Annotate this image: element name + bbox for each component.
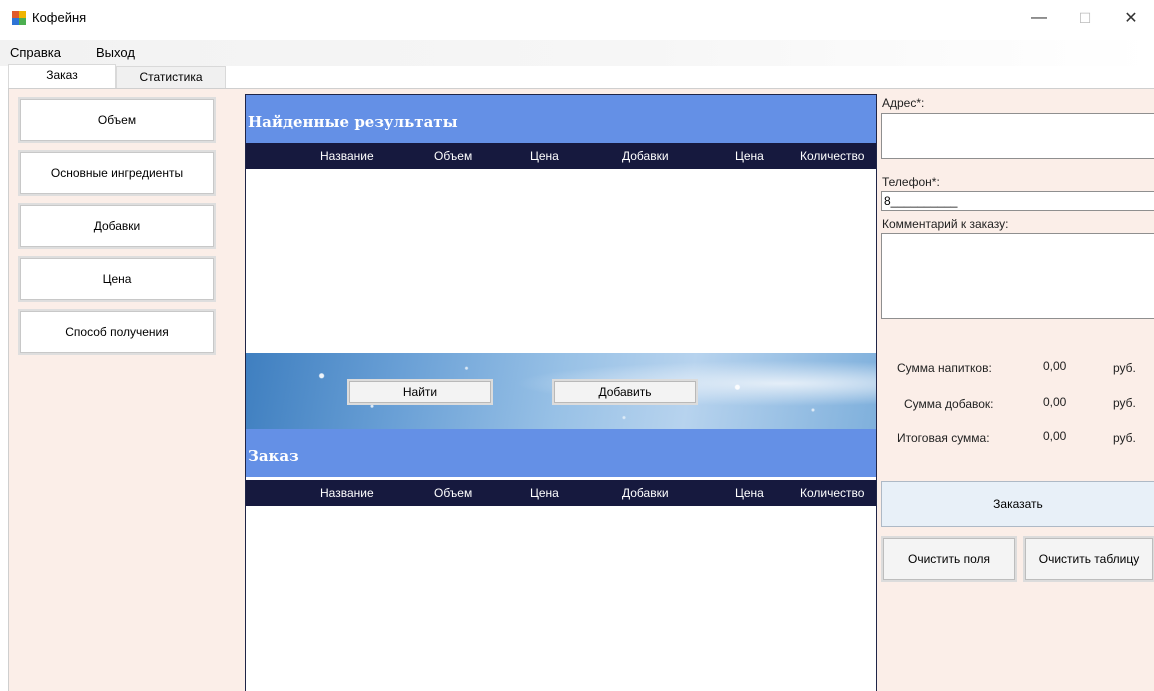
menu-help[interactable]: Справка xyxy=(10,45,61,60)
total-sum-unit: руб. xyxy=(1113,431,1136,445)
additives-sum-unit: руб. xyxy=(1113,396,1136,410)
order-tab-panel: Объем Основные ингредиенты Добавки Цена … xyxy=(8,88,1154,691)
results-title: Найденные результаты xyxy=(248,113,458,131)
drinks-sum-unit: руб. xyxy=(1113,361,1136,375)
phone-field[interactable]: 8__________ xyxy=(881,191,1154,211)
phone-label: Телефон*: xyxy=(882,175,940,189)
menu-exit[interactable]: Выход xyxy=(96,45,135,60)
window-title: Кофейня xyxy=(32,10,87,25)
order-grid[interactable] xyxy=(246,506,876,691)
filter-volume-button[interactable]: Объем xyxy=(18,97,216,143)
address-field[interactable] xyxy=(881,113,1154,159)
tab-strip: Заказ Статистика xyxy=(0,64,1154,88)
filter-ingredients-button[interactable]: Основные ингредиенты xyxy=(18,150,216,196)
comment-field[interactable] xyxy=(881,233,1154,319)
place-order-button[interactable]: Заказать xyxy=(881,481,1154,527)
minimize-icon[interactable]: — xyxy=(1016,0,1062,36)
clear-fields-button[interactable]: Очистить поля xyxy=(881,536,1017,582)
action-band: Найти Добавить xyxy=(246,353,876,429)
drinks-sum-label: Сумма напитков: xyxy=(897,361,992,375)
menu-bar: Справка Выход xyxy=(0,40,1154,66)
address-label: Адрес*: xyxy=(882,96,925,110)
order-col-additive-price[interactable]: Цена xyxy=(735,486,764,500)
clear-table-button[interactable]: Очистить таблицу xyxy=(1023,536,1154,582)
results-col-name[interactable]: Название xyxy=(320,149,374,163)
order-grid-header: Название Объем Цена Добавки Цена Количес… xyxy=(246,480,876,506)
results-col-price[interactable]: Цена xyxy=(530,149,559,163)
results-col-quantity[interactable]: Количество xyxy=(800,149,864,163)
comment-label: Комментарий к заказу: xyxy=(882,217,1009,231)
add-button[interactable]: Добавить xyxy=(552,379,698,405)
close-icon[interactable]: ✕ xyxy=(1108,0,1154,36)
total-sum-value: 0,00 xyxy=(1043,429,1067,443)
drinks-sum-value: 0,00 xyxy=(1043,359,1067,373)
order-header: Заказ xyxy=(246,429,876,477)
tab-statistics[interactable]: Статистика xyxy=(116,66,226,88)
additives-sum-value: 0,00 xyxy=(1043,395,1067,409)
find-button[interactable]: Найти xyxy=(347,379,493,405)
order-col-price[interactable]: Цена xyxy=(530,486,559,500)
center-area: Найденные результаты Название Объем Цена… xyxy=(245,94,877,691)
order-col-quantity[interactable]: Количество xyxy=(800,486,864,500)
results-col-additive-price[interactable]: Цена xyxy=(735,149,764,163)
order-col-additives[interactable]: Добавки xyxy=(622,486,669,500)
filter-delivery-button[interactable]: Способ получения xyxy=(18,309,216,355)
total-sum-label: Итоговая сумма: xyxy=(897,431,990,445)
order-col-name[interactable]: Название xyxy=(320,486,374,500)
results-header: Найденные результаты xyxy=(246,95,876,143)
order-title: Заказ xyxy=(248,447,299,465)
tab-order[interactable]: Заказ xyxy=(8,64,116,88)
results-col-additives[interactable]: Добавки xyxy=(622,149,669,163)
app-icon xyxy=(12,11,26,25)
results-col-volume[interactable]: Объем xyxy=(434,149,472,163)
order-col-volume[interactable]: Объем xyxy=(434,486,472,500)
results-grid[interactable] xyxy=(246,169,876,353)
title-bar: Кофейня — ☐ ✕ xyxy=(0,0,1154,38)
results-grid-header: Название Объем Цена Добавки Цена Количес… xyxy=(246,143,876,169)
filter-additives-button[interactable]: Добавки xyxy=(18,203,216,249)
maximize-icon[interactable]: ☐ xyxy=(1062,0,1108,36)
filter-price-button[interactable]: Цена xyxy=(18,256,216,302)
additives-sum-label: Сумма добавок: xyxy=(904,397,994,411)
